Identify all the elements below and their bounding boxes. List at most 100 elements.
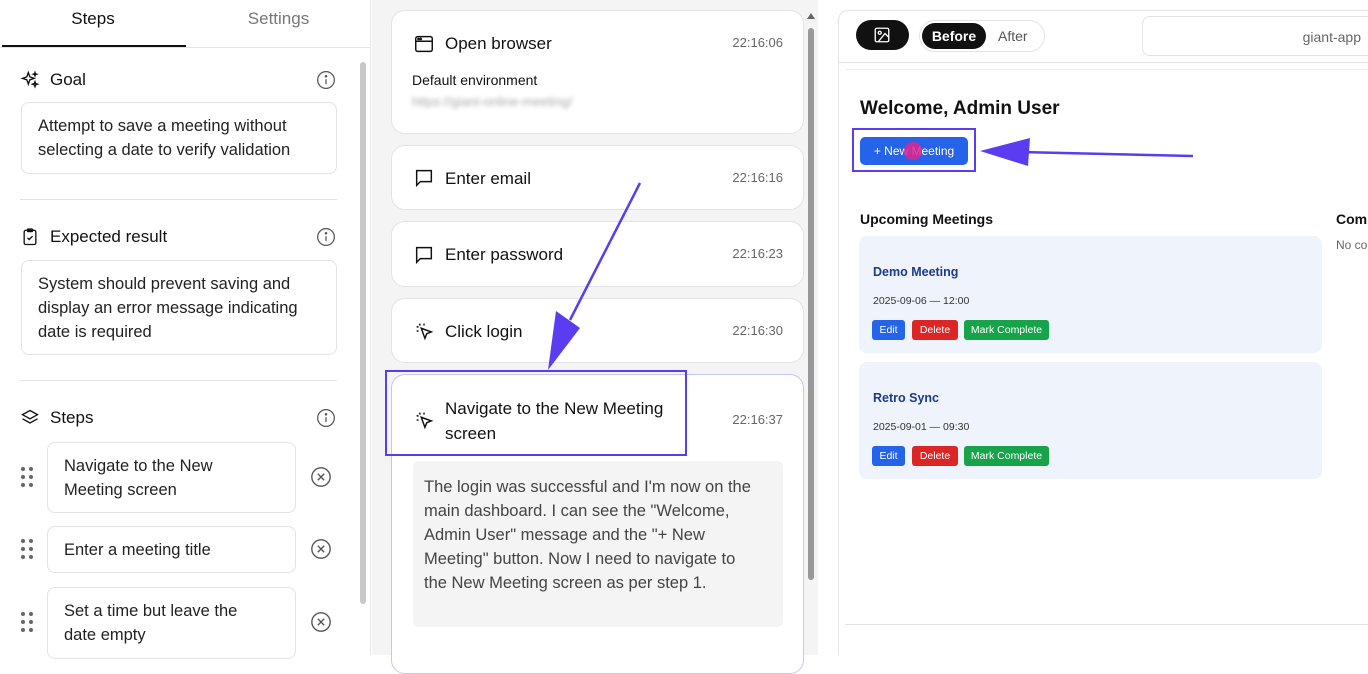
edit-button[interactable]: Edit xyxy=(872,320,905,340)
scroll-up-arrow[interactable] xyxy=(807,13,815,19)
drag-handle-icon[interactable] xyxy=(20,466,34,488)
delete-button[interactable]: Delete xyxy=(912,320,958,340)
drag-handle-icon[interactable] xyxy=(20,611,34,633)
goal-text-line: selecting a date to verify validation xyxy=(38,141,291,159)
steps-label: Steps xyxy=(50,408,94,427)
timeline-item-time: 22:16:16 xyxy=(732,170,783,185)
remove-step-icon[interactable] xyxy=(310,466,332,488)
goal-text[interactable]: Attempt to save a meeting without select… xyxy=(21,102,337,174)
meeting-date: 2025-09-06 — 12:00 xyxy=(873,295,970,307)
meeting-card: Demo Meeting 2025-09-06 — 12:00 Edit Del… xyxy=(859,236,1322,353)
reasoning-text: The login was successful and I'm now on … xyxy=(413,461,783,627)
reasoning-line: The login was successful and I'm now on … xyxy=(424,478,751,496)
image-toggle-button[interactable] xyxy=(856,20,909,50)
timeline-item-time: 22:16:37 xyxy=(732,412,783,427)
timeline-item[interactable]: Open browser 22:16:06 Default environmen… xyxy=(391,10,804,134)
reasoning-line: main dashboard. I can see the "Welcome, xyxy=(424,502,730,520)
before-after-toggle: Before After xyxy=(919,20,1045,52)
screenshot-view: Welcome, Admin User + New Meeting Upcomi… xyxy=(845,69,1368,625)
completed-heading: Comp xyxy=(1336,211,1368,227)
url-bar[interactable]: giant-app xyxy=(1142,16,1368,56)
environment-label: Default environment xyxy=(412,72,538,88)
timeline-item[interactable]: Enter password 22:16:23 xyxy=(391,221,804,287)
reasoning-line: Admin User" message and the "+ New xyxy=(424,526,705,544)
timeline-item-title: Click login xyxy=(445,322,523,341)
remove-step-icon[interactable] xyxy=(310,538,332,560)
timeline-item[interactable]: Enter email 22:16:16 xyxy=(391,145,804,210)
step-text-line: Enter a meeting title xyxy=(64,541,211,559)
upcoming-heading: Upcoming Meetings xyxy=(860,211,994,227)
title-line: Navigate to the New Meeting xyxy=(445,399,664,418)
preview-panel: Before After giant-app Welcome, Admin Us… xyxy=(838,10,1368,655)
info-icon[interactable] xyxy=(316,408,336,428)
timeline-item-title: Enter email xyxy=(445,169,531,188)
expected-text-line: System should prevent saving and xyxy=(38,275,291,293)
expected-text-line: date is required xyxy=(38,323,152,341)
goal-heading: Goal xyxy=(20,68,86,92)
meeting-date: 2025-09-01 — 09:30 xyxy=(873,421,970,433)
panel-tabs: Steps Settings xyxy=(0,0,371,48)
info-icon[interactable] xyxy=(316,227,336,247)
step-item[interactable]: Set a time but leave the date empty xyxy=(47,587,296,659)
goal-text-line: Attempt to save a meeting without xyxy=(38,117,287,135)
clipboard-check-icon xyxy=(23,228,37,246)
expected-label: Expected result xyxy=(50,227,168,246)
expected-text[interactable]: System should prevent saving and display… xyxy=(21,260,337,355)
left-scrollbar[interactable] xyxy=(360,62,366,604)
timeline-panel: Open browser 22:16:06 Default environmen… xyxy=(372,0,818,674)
timeline-item-active[interactable]: Navigate to the New Meeting screen 22:16… xyxy=(391,374,804,674)
timeline-item-time: 22:16:30 xyxy=(732,323,783,338)
timeline-item-title: Enter password xyxy=(445,245,564,264)
browser-icon xyxy=(415,35,433,53)
environment-url: https://giant-online-meeting/ xyxy=(412,95,573,109)
active-tab-indicator xyxy=(2,45,186,47)
middle-scrollbar[interactable] xyxy=(808,28,814,580)
meeting-title: Retro Sync xyxy=(873,391,939,405)
reasoning-line: Meeting" button. Now I need to navigate … xyxy=(424,550,736,568)
timeline-item-title: Open browser xyxy=(445,34,552,53)
left-panel: Steps Settings Goal Attempt to save a me… xyxy=(0,0,371,659)
tab-settings[interactable]: Settings xyxy=(186,0,371,48)
expected-text-line: display an error message indicating xyxy=(38,299,298,317)
reasoning-line: the New Meeting screen as per step 1. xyxy=(424,574,707,592)
divider xyxy=(20,199,337,200)
remove-step-icon[interactable] xyxy=(310,611,332,633)
mark-complete-button[interactable]: Mark Complete xyxy=(964,446,1049,466)
step-item[interactable]: Enter a meeting title xyxy=(47,526,296,573)
steps-heading: Steps xyxy=(20,406,93,430)
step-text-line: date empty xyxy=(64,626,146,644)
click-cursor-icon xyxy=(416,412,434,430)
drag-handle-icon[interactable] xyxy=(20,538,34,560)
divider xyxy=(20,380,337,381)
after-button[interactable]: After xyxy=(998,23,1028,49)
mark-complete-button[interactable]: Mark Complete xyxy=(964,320,1049,340)
preview-toolbar: Before After giant-app xyxy=(839,11,1368,63)
title-line: screen xyxy=(445,424,497,443)
edit-button[interactable]: Edit xyxy=(872,446,905,466)
delete-button[interactable]: Delete xyxy=(912,446,958,466)
info-icon[interactable] xyxy=(316,70,336,90)
meeting-card: Retro Sync 2025-09-01 — 09:30 Edit Delet… xyxy=(859,362,1322,479)
message-icon xyxy=(415,246,433,265)
meeting-title: Demo Meeting xyxy=(873,265,959,279)
timeline-item-time: 22:16:23 xyxy=(732,246,783,261)
tab-steps[interactable]: Steps xyxy=(0,0,186,48)
step-item[interactable]: Navigate to the New Meeting screen xyxy=(47,442,296,513)
timeline-item-title: Navigate to the New Meeting screen xyxy=(445,396,663,446)
timeline-item[interactable]: Click login 22:16:30 xyxy=(391,298,804,363)
expected-heading: Expected result xyxy=(20,225,167,249)
click-cursor-icon xyxy=(416,323,434,341)
completed-empty-text: No co xyxy=(1336,238,1368,252)
step-text-line: Navigate to the New xyxy=(64,457,213,475)
target-highlight-box xyxy=(852,128,976,172)
step-text-line: Set a time but leave the xyxy=(64,602,238,620)
welcome-heading: Welcome, Admin User xyxy=(860,98,1060,119)
image-icon xyxy=(874,27,890,43)
step-text-line: Meeting screen xyxy=(64,481,177,499)
timeline-item-time: 22:16:06 xyxy=(732,35,783,50)
goal-label: Goal xyxy=(50,70,86,89)
message-icon xyxy=(415,169,433,188)
sparkles-icon xyxy=(20,70,40,89)
before-button[interactable]: Before xyxy=(922,23,986,49)
layers-icon xyxy=(21,409,39,424)
